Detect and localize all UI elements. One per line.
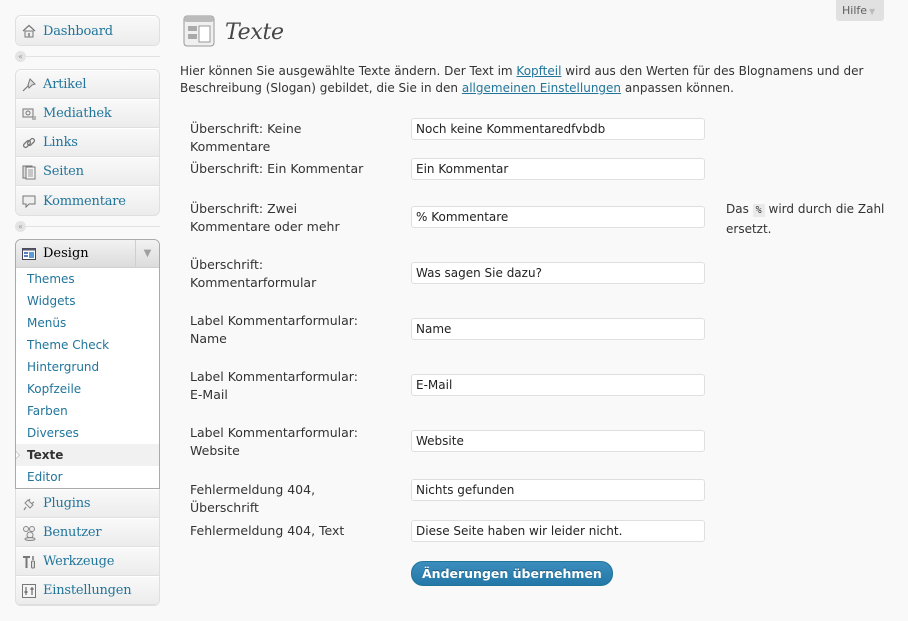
page-title: Texte bbox=[225, 20, 284, 45]
sidebar-item-benutzer[interactable]: Benutzer bbox=[16, 518, 159, 547]
sidebar-item-label: Artikel bbox=[43, 77, 87, 92]
chevron-down-icon: ▼ bbox=[869, 7, 876, 16]
media-icon bbox=[21, 106, 37, 122]
help-label: Hilfe bbox=[842, 4, 868, 17]
label-website-input[interactable] bbox=[411, 430, 705, 452]
sidebar-item-kommentare[interactable]: Kommentare bbox=[16, 186, 159, 215]
sidebar-item-label: Dashboard bbox=[43, 23, 113, 39]
label-email-input[interactable] bbox=[411, 374, 705, 396]
error-404-text-input[interactable] bbox=[411, 520, 705, 542]
separator-line bbox=[25, 56, 160, 57]
field-label: Label Kommentarformular: E-Mail bbox=[190, 369, 358, 402]
pages-icon bbox=[21, 164, 37, 180]
sidebar-item-label: Seiten bbox=[43, 164, 84, 179]
sidebar-item-seiten[interactable]: Seiten bbox=[16, 157, 159, 186]
field-label: Label Kommentarformular: Name bbox=[190, 313, 358, 346]
sidebar-item-label: Einstellungen bbox=[43, 583, 132, 598]
submenu-item-editor[interactable]: Editor bbox=[16, 466, 159, 488]
appearance-icon bbox=[21, 246, 37, 262]
plugin-icon bbox=[21, 496, 37, 512]
menu-separator[interactable]: « bbox=[15, 219, 160, 236]
page-header: Texte bbox=[183, 15, 284, 50]
error-404-title-input[interactable] bbox=[411, 479, 705, 501]
field-label: Überschrift: Keine Kommentare bbox=[190, 121, 302, 154]
submenu-item-diverses[interactable]: Diverses bbox=[16, 422, 159, 444]
percent-hint: Das % wird durch die Zahl ersetzt. bbox=[726, 200, 896, 239]
menu-group-admin: Plugins Benutzer Werkzeuge Einstellungen bbox=[15, 489, 160, 606]
field-label: Label Kommentarformular: Website bbox=[190, 425, 358, 458]
sidebar-item-label: Links bbox=[43, 135, 78, 150]
submenu-item-widgets[interactable]: Widgets bbox=[16, 290, 159, 312]
submenu-item-theme-check[interactable]: Theme Check bbox=[16, 334, 159, 356]
separator-line bbox=[25, 226, 160, 227]
menu-separator[interactable]: « bbox=[15, 49, 160, 66]
settings-icon bbox=[21, 583, 37, 599]
pushpin-icon bbox=[21, 77, 37, 93]
admin-sidebar: Dashboard « Artikel Mediathek Links Seit… bbox=[15, 15, 160, 606]
sidebar-item-mediathek[interactable]: Mediathek bbox=[16, 99, 159, 128]
comment-icon bbox=[21, 193, 37, 209]
submenu-item-texte[interactable]: Texte bbox=[16, 444, 159, 466]
sidebar-item-werkzeuge[interactable]: Werkzeuge bbox=[16, 547, 159, 576]
save-changes-button[interactable]: Änderungen übernehmen bbox=[411, 561, 613, 586]
sidebar-item-label: Benutzer bbox=[43, 525, 102, 540]
zwei-kommentare-input[interactable] bbox=[411, 206, 705, 228]
intro-text: Hier können Sie ausgewählte Texte ändern… bbox=[180, 63, 880, 97]
link-icon bbox=[21, 135, 37, 151]
intro-text-part: anpassen können. bbox=[621, 81, 734, 95]
field-label: Überschrift: Zwei Kommentare oder mehr bbox=[190, 201, 340, 234]
submenu-item-themes[interactable]: Themes bbox=[16, 268, 159, 290]
sidebar-item-label: Mediathek bbox=[43, 106, 112, 121]
label-name-input[interactable] bbox=[411, 318, 705, 340]
field-label: Fehlermeldung 404, Text bbox=[190, 523, 345, 538]
menu-group-dashboard: Dashboard bbox=[15, 15, 160, 46]
intro-text-part: Hier können Sie ausgewählte Texte ändern… bbox=[180, 64, 517, 78]
tools-icon bbox=[21, 554, 37, 570]
hint-code: % bbox=[752, 204, 765, 217]
kopfteil-link[interactable]: Kopfteil bbox=[516, 64, 561, 78]
sidebar-item-artikel[interactable]: Artikel bbox=[16, 70, 159, 99]
field-label: Überschrift: Kommentarformular bbox=[190, 257, 317, 290]
help-tab-button[interactable]: Hilfe ▼ bbox=[836, 0, 884, 21]
field-label: Überschrift: Ein Kommentar bbox=[190, 161, 364, 176]
sidebar-item-dashboard[interactable]: Dashboard bbox=[16, 16, 159, 45]
sidebar-item-label: Design bbox=[43, 246, 89, 261]
sidebar-item-links[interactable]: Links bbox=[16, 128, 159, 157]
menu-group-design: Design ▼ Themes Widgets Menüs Theme Chec… bbox=[15, 239, 160, 489]
allgemeine-einstellungen-link[interactable]: allgemeinen Einstellungen bbox=[462, 81, 621, 95]
dashboard-icon bbox=[21, 23, 37, 39]
sidebar-item-plugins[interactable]: Plugins bbox=[16, 489, 159, 518]
page-icon bbox=[183, 15, 215, 50]
submenu-item-farben[interactable]: Farben bbox=[16, 400, 159, 422]
sidebar-item-label: Werkzeuge bbox=[43, 554, 115, 569]
ein-kommentar-input[interactable] bbox=[411, 158, 705, 180]
kommentarformular-input[interactable] bbox=[411, 262, 705, 284]
keine-kommentare-input[interactable] bbox=[411, 118, 705, 140]
field-label: Fehlermeldung 404, Überschrift bbox=[190, 482, 316, 515]
hint-text: Das bbox=[726, 202, 753, 216]
submenu-item-menues[interactable]: Menüs bbox=[16, 312, 159, 334]
submenu-item-kopfzeile[interactable]: Kopfzeile bbox=[16, 378, 159, 400]
users-icon bbox=[21, 525, 37, 541]
sidebar-item-design[interactable]: Design ▼ bbox=[16, 240, 159, 268]
submenu-item-hintergrund[interactable]: Hintergrund bbox=[16, 356, 159, 378]
menu-group-content: Artikel Mediathek Links Seiten Kommentar… bbox=[15, 69, 160, 216]
sidebar-item-label: Plugins bbox=[43, 496, 91, 511]
submenu-toggle-icon[interactable]: ▼ bbox=[135, 240, 159, 267]
sidebar-item-label: Kommentare bbox=[43, 193, 126, 209]
sidebar-item-einstellungen[interactable]: Einstellungen bbox=[16, 576, 159, 605]
